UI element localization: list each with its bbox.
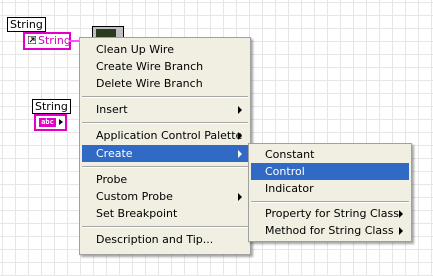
menu-item-label: Set Breakpoint	[96, 207, 178, 220]
menu-item-label: Constant	[265, 148, 315, 161]
control-label[interactable]: String	[32, 99, 71, 114]
submenu-item-property-for-string-class[interactable]: Property for String Class	[251, 205, 409, 222]
menu-item-label: Application Control Palette	[96, 129, 243, 142]
submenu-arrow-icon	[238, 132, 242, 140]
submenu-item-control[interactable]: Control	[251, 163, 409, 180]
property-node-text: String	[38, 34, 71, 47]
string-type-icon: abc	[39, 118, 56, 127]
terminal-arrow-icon	[59, 119, 63, 125]
submenu-arrow-icon	[238, 193, 242, 201]
menu-separator	[82, 226, 248, 228]
menu-item-insert[interactable]: Insert	[82, 101, 248, 118]
submenu-arrow-icon	[238, 150, 242, 158]
menu-item-label: Custom Probe	[96, 190, 173, 203]
menu-separator	[82, 96, 248, 98]
submenu-arrow-icon	[399, 210, 403, 218]
menu-item-create-wire-branch[interactable]: Create Wire Branch	[82, 58, 248, 75]
menu-separator	[82, 166, 248, 168]
string-control-terminal[interactable]: abc	[34, 114, 67, 131]
property-node-label[interactable]: String	[7, 17, 46, 32]
menu-item-label: Clean Up Wire	[96, 43, 174, 56]
menu-item-delete-wire-branch[interactable]: Delete Wire Branch	[82, 75, 248, 92]
submenu-item-indicator[interactable]: Indicator	[251, 180, 409, 197]
string-property-node[interactable]: String	[23, 32, 71, 50]
menu-item-probe[interactable]: Probe	[82, 171, 248, 188]
create-submenu: Constant Control Indicator Property for …	[248, 143, 412, 242]
menu-item-label: Control	[265, 165, 305, 178]
menu-item-label: Insert	[96, 103, 128, 116]
menu-item-label: Create	[96, 147, 133, 160]
menu-item-label: Description and Tip...	[96, 233, 214, 246]
menu-item-description-and-tip[interactable]: Description and Tip...	[82, 231, 248, 248]
menu-item-clean-up-wire[interactable]: Clean Up Wire	[82, 41, 248, 58]
menu-item-label: Indicator	[265, 182, 314, 195]
submenu-item-method-for-string-class[interactable]: Method for String Class	[251, 222, 409, 239]
submenu-arrow-icon	[238, 106, 242, 114]
submenu-item-constant[interactable]: Constant	[251, 146, 409, 163]
menu-item-custom-probe[interactable]: Custom Probe	[82, 188, 248, 205]
menu-item-label: Create Wire Branch	[96, 60, 204, 73]
menu-separator	[251, 201, 409, 203]
menu-item-label: Property for String Class	[265, 207, 399, 220]
menu-separator	[82, 122, 248, 124]
menu-item-label: Method for String Class	[265, 224, 394, 237]
menu-item-create[interactable]: Create	[82, 145, 248, 162]
submenu-arrow-icon	[399, 227, 403, 235]
menu-item-application-control-palette[interactable]: Application Control Palette	[82, 127, 248, 144]
menu-item-label: Delete Wire Branch	[96, 77, 203, 90]
property-node-arrow-icon	[28, 36, 36, 44]
wire-context-menu: Clean Up Wire Create Wire Branch Delete …	[79, 37, 251, 255]
menu-item-label: Probe	[96, 173, 128, 186]
menu-item-set-breakpoint[interactable]: Set Breakpoint	[82, 205, 248, 222]
